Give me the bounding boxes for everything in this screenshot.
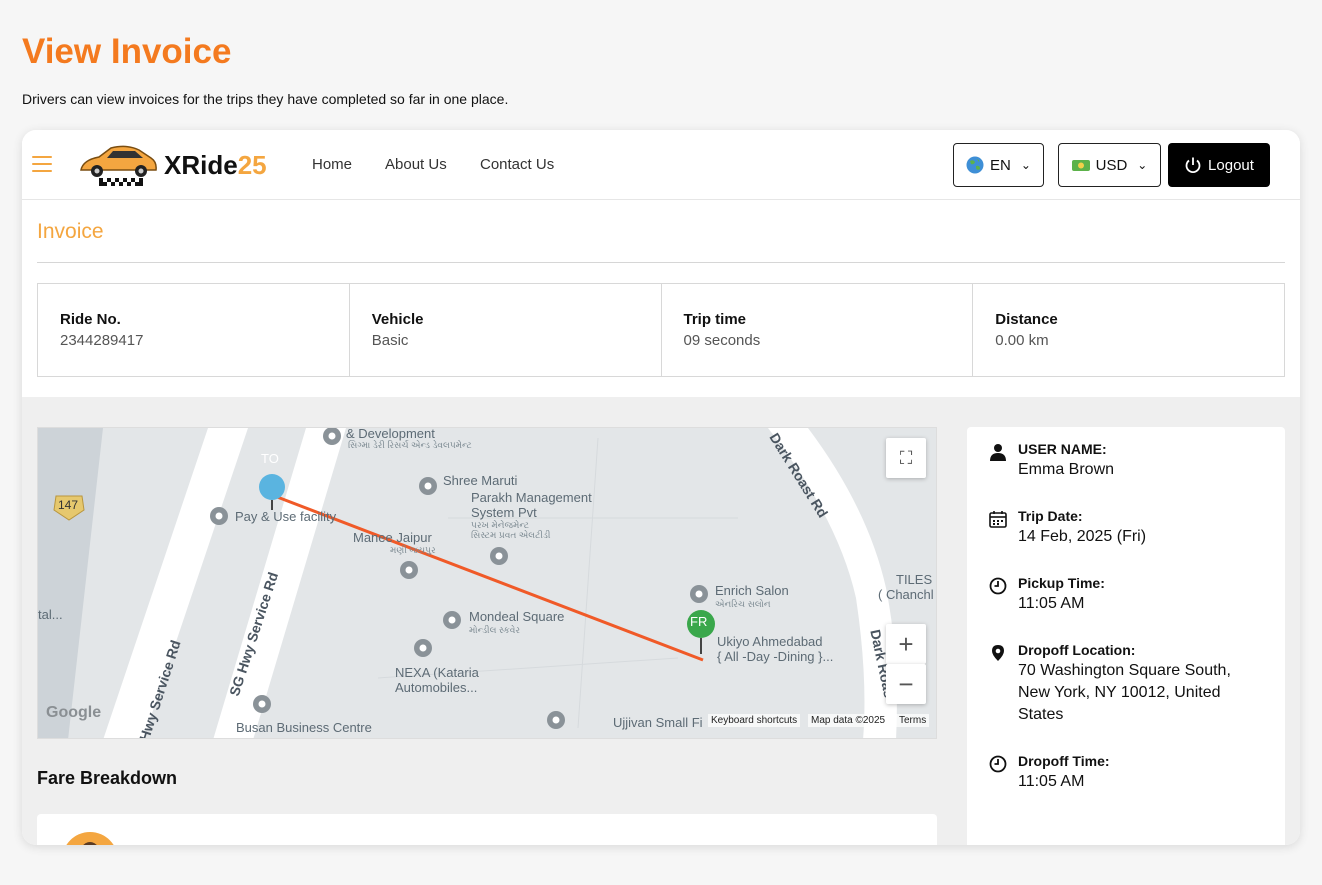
stat-label: Ride No.: [60, 311, 121, 328]
info-value: 11:05 AM: [1018, 595, 1085, 612]
page-title: View Invoice: [22, 32, 232, 71]
info-user-name: USER NAME: Emma Brown: [989, 441, 1258, 481]
map-data-attribution: Map data ©2025: [808, 714, 889, 727]
user-icon: [990, 444, 1006, 461]
map-poi-sublabel: મણી જયપુર: [390, 545, 436, 555]
money-icon: [1071, 160, 1090, 171]
map-poi-label: TILES: [896, 572, 933, 587]
fare-breakdown-heading: Fare Breakdown: [37, 768, 178, 788]
map-poi-label: Ujjivan Small Fi: [613, 715, 703, 730]
stat-value: 2344289417: [60, 332, 144, 349]
highway-shield: 147: [58, 498, 79, 512]
stat-label: Vehicle: [371, 311, 424, 328]
info-label: Dropoff Location:: [1018, 642, 1136, 658]
stat-value: 09 seconds: [683, 332, 761, 349]
map-poi-label: Shree Maruti: [443, 473, 518, 488]
location-pin-icon: [992, 645, 1004, 661]
stat-value: Basic: [371, 332, 409, 349]
zoom-out-button[interactable]: −: [886, 664, 926, 704]
map-poi-label: tal...: [38, 607, 63, 622]
language-value: EN: [990, 156, 1011, 174]
language-selector[interactable]: EN ⌄: [953, 143, 1044, 187]
stat-label: Trip time: [683, 311, 747, 328]
info-label: Dropoff Time:: [1018, 753, 1110, 769]
stat-vehicle: Vehicle Basic: [350, 284, 662, 376]
info-value: 70 Washington Square South, New York, NY…: [1018, 662, 1231, 723]
brand-logo-text[interactable]: XRide25: [164, 150, 267, 181]
avatar: [62, 832, 118, 845]
keyboard-shortcuts-link[interactable]: Keyboard shortcuts: [708, 714, 801, 727]
map-poi-label: System Pvt: [471, 505, 537, 520]
nav-link-home[interactable]: Home: [312, 156, 352, 173]
info-value: 14 Feb, 2025 (Fri): [1018, 528, 1147, 545]
map-poi-label: NEXA (Kataria: [395, 665, 479, 680]
info-label: Pickup Time:: [1018, 575, 1105, 591]
map-poi-label: ( Chanchl: [878, 587, 934, 602]
zoom-in-button[interactable]: +: [886, 624, 926, 664]
map-poi-sublabel: સિસ્ટમ પ્રવત એલટીડી: [471, 530, 551, 540]
route-map[interactable]: TO FR & Development સિગ્મા ડેરી રિસર્ચ એ…: [37, 427, 937, 739]
map-marker-from-label[interactable]: FR: [690, 614, 707, 629]
map-poi-label: Manee Jaipur: [353, 530, 432, 545]
invoice-details-section: TO FR & Development સિગ્મા ડેરી રિસર્ચ એ…: [22, 397, 1300, 845]
map-marker-to-label[interactable]: TO: [261, 451, 279, 466]
map-poi-sublabel: મોન્ડીલ સ્કવેર: [469, 625, 521, 635]
chevron-down-icon: ⌄: [1020, 158, 1031, 172]
hamburger-menu-icon[interactable]: [32, 156, 52, 172]
trip-info-card: USER NAME: Emma Brown Trip Date: 14 Feb,…: [967, 427, 1285, 845]
power-icon: [1185, 157, 1201, 174]
map-poi-label: Pay & Use facility: [235, 509, 337, 524]
navbar: XRide25 Home About Us Contact Us EN ⌄ US…: [22, 130, 1300, 200]
stat-value: 0.00 km: [995, 332, 1049, 349]
map-poi-label: { All -Day -Dining }...: [717, 649, 834, 664]
info-label: Trip Date:: [1018, 508, 1083, 524]
logout-label: Logout: [1208, 156, 1254, 174]
currency-value: USD: [1095, 156, 1128, 174]
info-pickup-time: Pickup Time: 11:05 AM: [989, 575, 1258, 615]
info-value: 11:05 AM: [1018, 773, 1085, 790]
info-dropoff-location: Dropoff Location: 70 Washington Square S…: [989, 642, 1258, 726]
page-subtitle: Drivers can view invoices for the trips …: [22, 91, 509, 107]
calendar-icon: [989, 511, 1007, 528]
stat-label: Distance: [995, 311, 1058, 328]
google-logo: Google: [46, 704, 102, 721]
app-frame: XRide25 Home About Us Contact Us EN ⌄ US…: [22, 130, 1300, 845]
map-poi-label: Ukiyo Ahmedabad: [717, 634, 823, 649]
divider: [37, 262, 1285, 263]
nav-link-about-us[interactable]: About Us: [385, 156, 447, 173]
car-logo-icon: [80, 145, 157, 186]
stat-distance: Distance 0.00 km: [973, 284, 1284, 376]
clock-icon: [989, 577, 1007, 595]
map-poi-sublabel: એનરિચ સલોન: [715, 599, 771, 609]
map-poi-label: Parakh Management: [471, 490, 592, 505]
info-value: Emma Brown: [1018, 461, 1115, 478]
map-poi-label: Enrich Salon: [715, 583, 789, 598]
map-poi-sublabel: સિગ્મા ડેરી રિસર્ચ એન્ડ ડેવલપમેન્ટ: [348, 440, 472, 450]
map-poi-label: & Development: [346, 427, 435, 441]
map-poi-label: Automobiles...: [395, 680, 478, 695]
terms-link[interactable]: Terms: [896, 714, 930, 727]
fare-card: [37, 814, 937, 845]
info-trip-date: Trip Date: 14 Feb, 2025 (Fri): [989, 508, 1258, 548]
logout-button[interactable]: Logout: [1168, 143, 1270, 187]
invoice-heading: Invoice: [37, 220, 104, 243]
stat-ride-no: Ride No. 2344289417: [38, 284, 350, 376]
info-dropoff-time: Dropoff Time: 11:05 AM: [989, 753, 1258, 793]
nav-link-contact-us[interactable]: Contact Us: [480, 156, 554, 173]
info-label: USER NAME:: [1018, 441, 1107, 457]
clock-icon: [989, 755, 1007, 773]
map-poi-label: Mondeal Square: [469, 609, 565, 624]
chevron-down-icon: ⌄: [1137, 158, 1148, 172]
stat-trip-time: Trip time 09 seconds: [662, 284, 974, 376]
fullscreen-icon[interactable]: ⛶: [886, 438, 926, 478]
globe-icon: [966, 156, 984, 174]
invoice-stats: Ride No. 2344289417 Vehicle Basic Trip t…: [37, 283, 1285, 377]
currency-selector[interactable]: USD ⌄: [1058, 143, 1161, 187]
map-poi-label: Busan Business Centre: [236, 720, 372, 735]
